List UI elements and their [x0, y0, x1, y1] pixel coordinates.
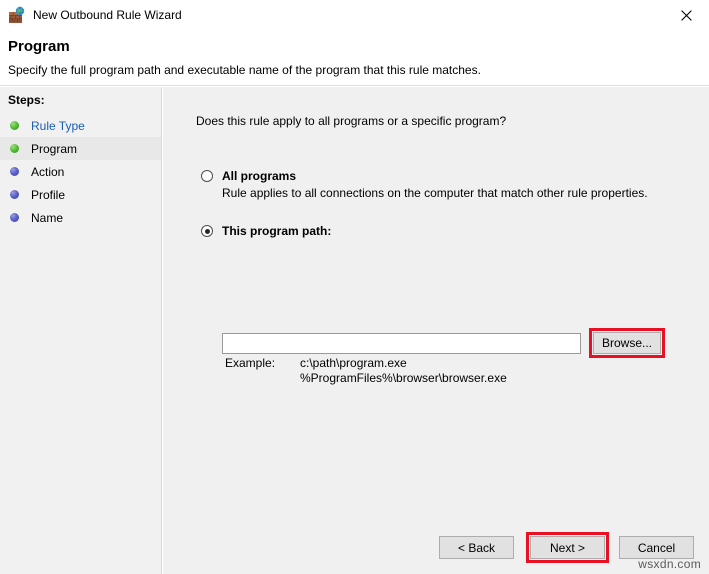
- sidebar-item-label: Program: [31, 141, 78, 156]
- step-bullet-icon: [10, 144, 19, 153]
- step-bullet-icon: [10, 190, 19, 199]
- program-path-row: Browse...: [222, 328, 665, 358]
- sidebar-item-label: Profile: [31, 187, 66, 202]
- sidebar-item-program[interactable]: Program: [0, 137, 161, 160]
- page-title: Program: [8, 38, 70, 55]
- step-bullet-icon: [10, 167, 19, 176]
- example-label: Example:: [225, 356, 276, 370]
- browse-button-highlight: Browse...: [589, 328, 665, 358]
- next-button[interactable]: Next >: [530, 536, 605, 559]
- example-path-2: %ProgramFiles%\browser\browser.exe: [300, 371, 507, 385]
- back-button[interactable]: < Back: [439, 536, 514, 559]
- sidebar-item-action[interactable]: Action: [0, 160, 161, 183]
- option-this-program-path[interactable]: This program path:: [201, 224, 331, 238]
- sidebar-item-profile[interactable]: Profile: [0, 183, 161, 206]
- sidebar-item-label: Rule Type: [31, 118, 85, 133]
- firewall-globe-icon: [8, 6, 26, 24]
- radio-all-programs[interactable]: [201, 170, 213, 182]
- watermark: wsxdn.com: [638, 557, 701, 571]
- new-outbound-rule-wizard-window: New Outbound Rule Wizard Program Specify…: [0, 0, 709, 574]
- title-bar: New Outbound Rule Wizard: [0, 0, 709, 30]
- example-path-1: c:\path\program.exe: [300, 356, 407, 370]
- option-all-programs-description: Rule applies to all connections on the c…: [222, 186, 648, 200]
- sidebar-item-label: Name: [31, 210, 64, 225]
- window-title: New Outbound Rule Wizard: [33, 8, 182, 22]
- main-panel: Does this rule apply to all programs or …: [163, 87, 709, 574]
- cancel-button[interactable]: Cancel: [619, 536, 694, 559]
- step-bullet-icon: [10, 213, 19, 222]
- browse-button[interactable]: Browse...: [593, 332, 661, 354]
- sidebar-item-rule-type[interactable]: Rule Type: [0, 114, 161, 137]
- program-path-input[interactable]: [222, 332, 581, 354]
- step-bullet-icon: [10, 121, 19, 130]
- option-this-program-path-label: This program path:: [222, 224, 332, 238]
- steps-heading: Steps:: [8, 93, 45, 107]
- steps-list: Rule Type Program Action Profile Name: [0, 114, 161, 229]
- page-subtitle: Specify the full program path and execut…: [8, 63, 481, 77]
- sidebar-item-label: Action: [31, 164, 65, 179]
- next-button-highlight: Next >: [526, 532, 609, 563]
- close-icon[interactable]: [663, 0, 709, 30]
- page-header: Program Specify the full program path an…: [0, 30, 709, 86]
- option-all-programs[interactable]: All programs Rule applies to all connect…: [201, 169, 648, 200]
- radio-this-program-path[interactable]: [201, 225, 213, 237]
- question-text: Does this rule apply to all programs or …: [196, 114, 507, 128]
- wizard-footer: < Back Next > Cancel: [163, 532, 709, 574]
- steps-sidebar: Steps: Rule Type Program Action Profile …: [0, 87, 162, 574]
- option-all-programs-label: All programs: [222, 169, 297, 183]
- sidebar-item-name[interactable]: Name: [0, 206, 161, 229]
